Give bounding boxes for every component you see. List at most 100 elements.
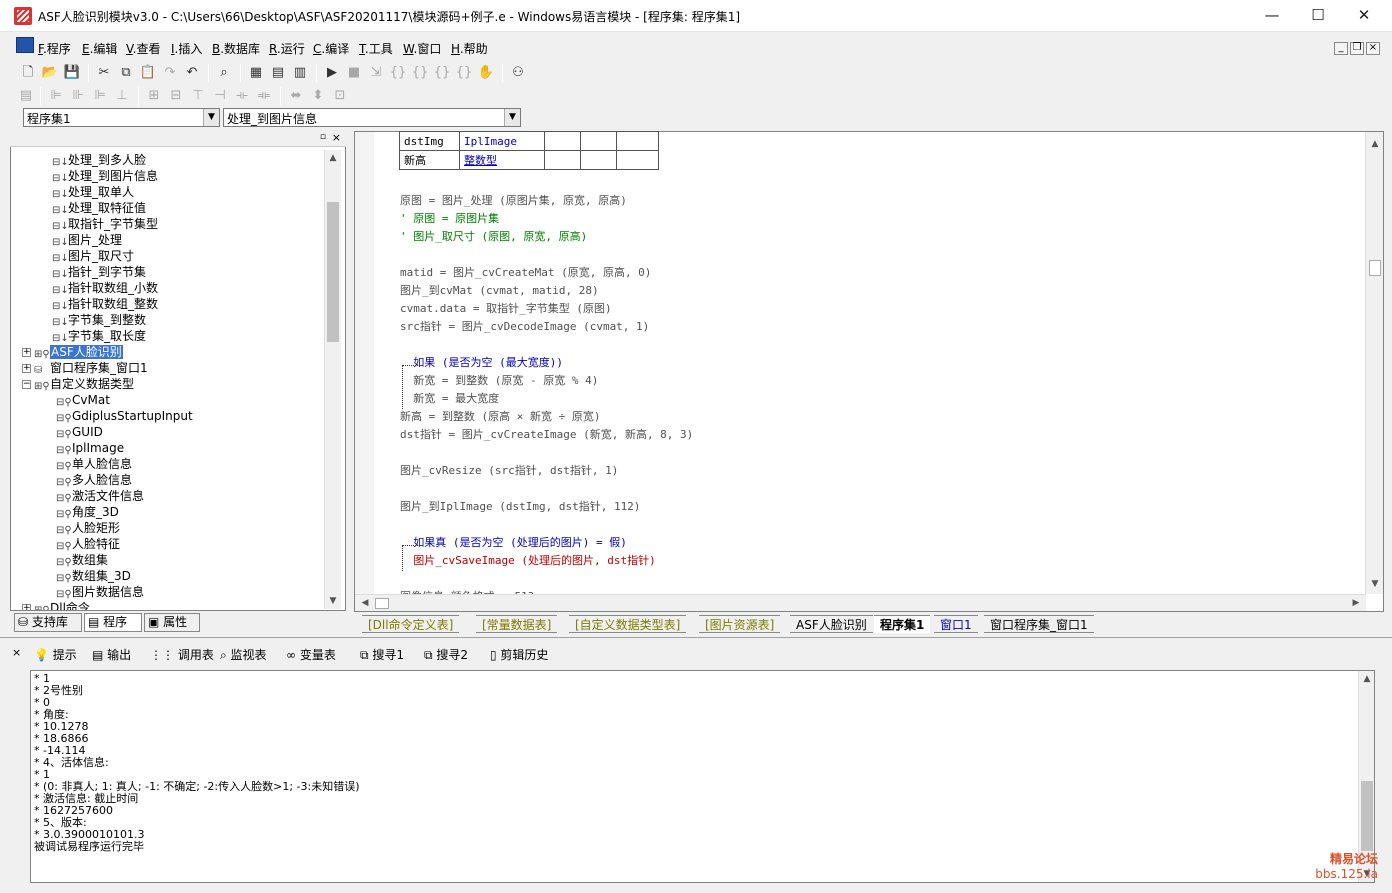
tree-item-type[interactable]: ⊟⚲多人脸信息 (56, 472, 132, 488)
minimize-button[interactable]: — (1249, 0, 1295, 31)
tree-item-module[interactable]: ⊞⚲ASF人脸识别 (34, 344, 123, 360)
tab-asf-module[interactable]: ASF人脸识别 (790, 615, 873, 633)
step-icon[interactable]: ⇲ (366, 63, 386, 83)
code-line[interactable]: matid = 图片_cvCreateMat (原宽, 原高, 0) (400, 264, 651, 282)
space-v-icon[interactable]: ⟚ (254, 86, 274, 106)
run-to-cursor-icon[interactable]: {} (454, 63, 474, 83)
find-icon[interactable]: ⌕ (214, 63, 234, 83)
tree-item-subroutine[interactable]: ⊟↓图片_取尺寸 (52, 248, 134, 264)
var-type-cell[interactable]: 整数型 (459, 150, 545, 170)
tab-constants[interactable]: [常量数据表] (476, 615, 558, 633)
undo-icon[interactable]: ↶ (182, 63, 202, 83)
mdi-close-button[interactable]: × (1366, 42, 1380, 55)
code-line[interactable]: 图片_cvSaveImage (处理后的图片, dst指针) (400, 552, 655, 570)
step-out-icon[interactable]: {} (432, 63, 452, 83)
menu-compile[interactable]: C.编译 (313, 40, 349, 57)
code-line[interactable]: 图片_到IplImage (dstImg, dst指针, 112) (400, 498, 640, 516)
scroll-right-icon[interactable]: ▶ (1348, 595, 1364, 611)
scroll-up-icon[interactable]: ▲ (1367, 136, 1383, 152)
new-file-icon[interactable]: 🗋 (18, 63, 38, 83)
tree-item-subroutine[interactable]: ⊟↓处理_到多人脸 (52, 152, 146, 168)
redo-icon[interactable]: ↷ (160, 63, 180, 83)
layout2-icon[interactable]: ▤ (268, 63, 288, 83)
tab-watch[interactable]: ⌕ 监视表 (220, 644, 267, 666)
tree-item-subroutine[interactable]: ⊟↓处理_取特征值 (52, 200, 146, 216)
save-icon[interactable]: 💾 (62, 63, 82, 83)
tree-item-module[interactable]: ⊞⚲自定义数据类型 (34, 376, 134, 392)
tab-support-library[interactable]: ⛁ 支持库 (14, 613, 82, 632)
code-line[interactable]: 如果真 (是否为空 (处理后的图片) = 假) (400, 534, 627, 552)
tree-item-type[interactable]: ⊟⚲数组集_3D (56, 568, 131, 584)
code-line[interactable]: cvmat.data = 取指针_字节集型 (原图) (400, 300, 612, 318)
tab-image-resources[interactable]: [图片资源表] (699, 615, 781, 633)
menu-insert[interactable]: I.插入 (171, 40, 202, 57)
assembly-selector[interactable]: 程序集1 ▼ (23, 108, 220, 127)
tab-custom-types[interactable]: [自定义数据类型表] (569, 615, 687, 633)
subroutine-selector[interactable]: 处理_到图片信息 ▼ (223, 108, 521, 127)
var-cell[interactable] (580, 131, 617, 151)
tab-window-assembly[interactable]: 窗口程序集_窗口1 (984, 615, 1094, 633)
menu-program[interactable]: F.程序 (38, 40, 71, 57)
tab-variables[interactable]: ∞ 变量表 (286, 644, 336, 666)
copy-icon[interactable]: ⧉ (116, 63, 136, 83)
var-cell[interactable] (580, 150, 617, 170)
scroll-down-icon[interactable]: ▼ (1367, 576, 1383, 592)
center-h-icon[interactable]: ⊞ (144, 86, 164, 106)
same-width-icon[interactable]: ⊤ (188, 86, 208, 106)
scroll-thumb[interactable] (327, 202, 339, 342)
size-both-icon[interactable]: ⊡ (330, 86, 350, 106)
tree-vertical-scrollbar[interactable]: ▲ ▼ (324, 150, 341, 609)
tree-item-subroutine[interactable]: ⊟↓指针_到字节集 (52, 264, 146, 280)
align-bottom-icon[interactable]: ⊥ (112, 86, 132, 106)
tree-item-type[interactable]: ⊟⚲IplImage (56, 440, 124, 456)
var-name-cell[interactable]: 新高 (399, 150, 460, 170)
tree-item-subroutine[interactable]: ⊟↓处理_到图片信息 (52, 168, 158, 184)
binoculars-icon[interactable]: ⚇ (508, 63, 528, 83)
center-v-icon[interactable]: ⊟ (166, 86, 186, 106)
align-right-icon[interactable]: ⊫ (90, 86, 110, 106)
close-button[interactable]: ✕ (1341, 0, 1387, 31)
editor-vertical-scrollbar[interactable]: ▲ ▼ (1365, 132, 1383, 594)
align-center-icon[interactable]: ⊪ (68, 86, 88, 106)
tab-dll-commands[interactable]: [Dll命令定义表] (362, 615, 460, 633)
chevron-down-icon[interactable]: ▼ (203, 109, 219, 126)
code-line[interactable]: src指针 = 图片_cvDecodeImage (cvmat, 1) (400, 318, 649, 336)
chevron-down-icon[interactable]: ▼ (504, 109, 520, 126)
var-cell[interactable] (616, 131, 659, 151)
menu-database[interactable]: B.数据库 (212, 40, 260, 57)
scroll-down-icon[interactable]: ▼ (325, 593, 341, 609)
var-cell[interactable] (544, 150, 581, 170)
menu-run[interactable]: R.运行 (269, 40, 305, 57)
tree-item-subroutine[interactable]: ⊟↓图片_处理 (52, 232, 122, 248)
tree-item-type[interactable]: ⊟⚲CvMat (56, 392, 110, 408)
tab-output[interactable]: ▤ 输出 (92, 644, 131, 666)
open-folder-icon[interactable]: 📂 (40, 63, 60, 83)
editor-horizontal-scrollbar[interactable]: ◀ ▶ (355, 594, 1366, 611)
menu-window[interactable]: W.窗口 (403, 40, 441, 57)
panel-close-icon[interactable]: × (12, 646, 21, 659)
step-over-icon[interactable]: {} (410, 63, 430, 83)
same-height-icon[interactable]: ⊣ (210, 86, 230, 106)
tree-expander-icon[interactable]: + (22, 348, 31, 357)
scroll-left-icon[interactable]: ◀ (357, 595, 373, 611)
tree-item-type[interactable]: ⊟⚲单人脸信息 (56, 456, 132, 472)
tree-item-module[interactable]: ⊞⚲Dll命令 (34, 600, 90, 610)
code-line[interactable]: 如果 (是否为空 (最大宽度)) (400, 354, 563, 372)
size-width-icon[interactable]: ⬌ (286, 86, 306, 106)
menu-view[interactable]: V.查看 (126, 40, 161, 57)
panel-pin-icon[interactable]: ▫ (320, 132, 326, 142)
tree-item-type[interactable]: ⊟⚲角度_3D (56, 504, 119, 520)
scroll-up-icon[interactable]: ▲ (1359, 671, 1375, 687)
var-cell[interactable] (544, 131, 581, 151)
align-left-icon[interactable]: ⊫ (46, 86, 66, 106)
tree-item-subroutine[interactable]: ⊟↓处理_取单人 (52, 184, 134, 200)
mdi-minimize-button[interactable]: _ (1334, 42, 1348, 55)
scroll-up-icon[interactable]: ▲ (325, 150, 341, 166)
tab-program[interactable]: ▤ 程序 (84, 613, 142, 632)
tree-item-type[interactable]: ⊟⚲GdiplusStartupInput (56, 408, 193, 424)
maximize-button[interactable]: ☐ (1295, 0, 1341, 31)
tree-item-type[interactable]: ⊟⚲人脸特征 (56, 536, 120, 552)
panel-close-icon[interactable]: × (332, 131, 341, 144)
tab-assembly1[interactable]: 程序集1 (874, 615, 931, 633)
layout1-icon[interactable]: ▦ (246, 63, 266, 83)
